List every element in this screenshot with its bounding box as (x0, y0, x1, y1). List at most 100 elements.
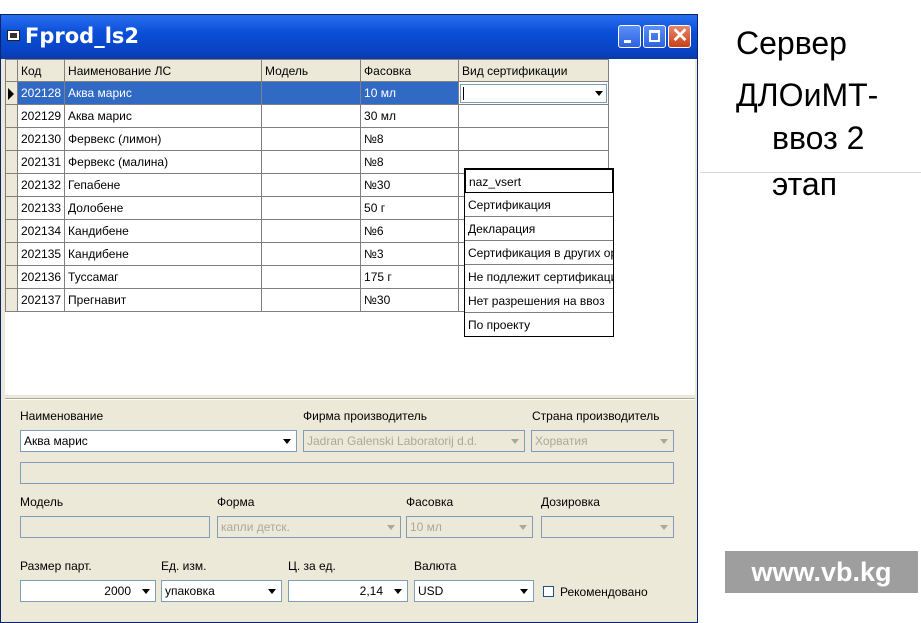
cell-code[interactable]: 202135 (16, 242, 66, 266)
dropdown-option[interactable]: Нет разрешения на ввоз (465, 289, 613, 313)
manufacturer-combo[interactable]: Jadran Galenski Laboratorij d.d. (303, 430, 525, 452)
cell-model[interactable] (261, 265, 362, 289)
model-label: Модель (20, 495, 64, 509)
col-header-code[interactable]: Код (16, 59, 66, 82)
cell-code[interactable]: 202129 (16, 104, 66, 128)
cell-pack[interactable]: №30 (360, 288, 460, 312)
cell-pack[interactable]: 175 г (360, 265, 460, 289)
cell-pack[interactable]: №8 (360, 127, 460, 151)
caption-line-2: ДЛОиМТ- (736, 77, 879, 113)
recommended-checkbox[interactable] (543, 586, 554, 597)
cell-name[interactable]: Аква марис (64, 104, 263, 128)
cell-code[interactable]: 202130 (16, 127, 66, 151)
row-indicator (5, 265, 18, 289)
cell-name[interactable]: Фервекс (малина) (64, 150, 263, 174)
cell-pack[interactable]: №3 (360, 242, 460, 266)
table-row[interactable]: 202130 Фервекс (лимон) №8 (5, 127, 610, 151)
close-icon: ✕ (671, 25, 689, 47)
lot-size-combo[interactable]: 2000 (20, 580, 156, 602)
unit-price-combo[interactable]: 2,14 (288, 580, 408, 602)
dosage-form-combo[interactable]: капли детск. (217, 516, 401, 538)
unit-combo[interactable]: упаковка (161, 580, 282, 602)
maximize-button[interactable] (643, 25, 666, 48)
cell-cert[interactable] (458, 127, 610, 151)
cell-cert[interactable] (458, 104, 610, 128)
cell-model[interactable] (261, 288, 362, 312)
cell-name[interactable]: Прегнавит (64, 288, 263, 312)
model-field[interactable] (20, 516, 210, 538)
cell-code[interactable]: 202131 (16, 150, 66, 174)
dropdown-option[interactable]: Не подлежит сертификации (465, 265, 613, 289)
chevron-down-icon[interactable] (655, 432, 672, 450)
chevron-down-icon[interactable] (389, 582, 406, 600)
lot-size-label: Размер парт. (20, 559, 92, 573)
chevron-down-icon[interactable] (506, 432, 523, 450)
cell-model[interactable] (261, 81, 362, 105)
cert-dropdown-list: naz_vsert Сертификация Декларация Сертиф… (464, 168, 614, 337)
cell-model[interactable] (261, 127, 362, 151)
row-indicator (5, 242, 18, 266)
cell-pack[interactable]: №30 (360, 173, 460, 197)
col-header-model[interactable]: Модель (261, 59, 362, 82)
cell-code[interactable]: 202132 (16, 173, 66, 197)
manufacturer-value: Jadran Galenski Laboratorij d.d. (307, 434, 478, 448)
table-row[interactable]: 202129 Аква марис 30 мл (5, 104, 610, 128)
cell-pack[interactable]: №8 (360, 150, 460, 174)
dosage-combo[interactable] (541, 516, 674, 538)
cell-pack[interactable]: 30 мл (360, 104, 460, 128)
chevron-down-icon[interactable] (515, 582, 532, 600)
minimize-button[interactable] (618, 25, 641, 48)
chevron-down-icon[interactable] (514, 518, 531, 536)
cell-model[interactable] (261, 104, 362, 128)
cell-pack[interactable]: 50 г (360, 196, 460, 220)
cell-pack[interactable]: 10 мл (360, 81, 460, 105)
pack-combo[interactable]: 10 мл (406, 516, 533, 538)
cell-model[interactable] (261, 219, 362, 243)
cell-code[interactable]: 202136 (16, 265, 66, 289)
details-panel: Наименование Аква марис Фирма производит… (5, 399, 695, 621)
cell-name[interactable]: Фервекс (лимон) (64, 127, 263, 151)
cell-name[interactable]: Кандибене (64, 242, 263, 266)
cell-model[interactable] (261, 150, 362, 174)
unit-price-value: 2,14 (359, 584, 383, 598)
dropdown-option[interactable]: Сертификация (465, 193, 613, 217)
dropdown-option[interactable]: Декларация (465, 217, 613, 241)
cert-combo[interactable] (460, 83, 608, 103)
cell-model[interactable] (261, 173, 362, 197)
cell-code[interactable]: 202133 (16, 196, 66, 220)
cell-name[interactable]: Долобене (64, 196, 263, 220)
description-field[interactable] (20, 462, 674, 484)
name-combo[interactable]: Аква марис (20, 430, 297, 452)
chevron-down-icon[interactable] (382, 518, 399, 536)
col-header-cert[interactable]: Вид сертификации (458, 59, 610, 82)
cell-model[interactable] (261, 196, 362, 220)
col-header-name[interactable]: Наименование ЛС (64, 59, 263, 82)
row-indicator (5, 288, 18, 312)
chevron-down-icon[interactable] (655, 518, 672, 536)
cell-name[interactable]: Туссамаг (64, 265, 263, 289)
cell-code[interactable]: 202128 (16, 81, 66, 105)
window-icon (7, 30, 20, 41)
col-header-pack[interactable]: Фасовка (360, 59, 460, 82)
chevron-down-icon[interactable] (137, 582, 154, 600)
table-row[interactable]: 202128 Аква марис 10 мл (5, 81, 610, 105)
name-value: Аква марис (24, 434, 88, 448)
chevron-down-icon[interactable] (278, 432, 295, 450)
cell-code[interactable]: 202134 (16, 219, 66, 243)
title-bar[interactable]: Fprod_ls2 ✕ (1, 15, 697, 59)
cell-pack[interactable]: №6 (360, 219, 460, 243)
chevron-down-icon[interactable] (595, 90, 604, 96)
cell-name[interactable]: Кандибене (64, 219, 263, 243)
currency-combo[interactable]: USD (414, 580, 534, 602)
close-button[interactable]: ✕ (668, 25, 691, 48)
country-combo[interactable]: Хорватия (531, 430, 674, 452)
cell-name[interactable]: Аква марис (64, 81, 263, 105)
cell-cert-editor[interactable] (458, 81, 610, 105)
dropdown-option[interactable]: Сертификация в других орга (465, 241, 613, 265)
dropdown-option[interactable]: По проекту (465, 313, 613, 336)
row-indicator (5, 104, 18, 128)
chevron-down-icon[interactable] (263, 582, 280, 600)
cell-model[interactable] (261, 242, 362, 266)
cell-code[interactable]: 202137 (16, 288, 66, 312)
cell-name[interactable]: Гепабене (64, 173, 263, 197)
